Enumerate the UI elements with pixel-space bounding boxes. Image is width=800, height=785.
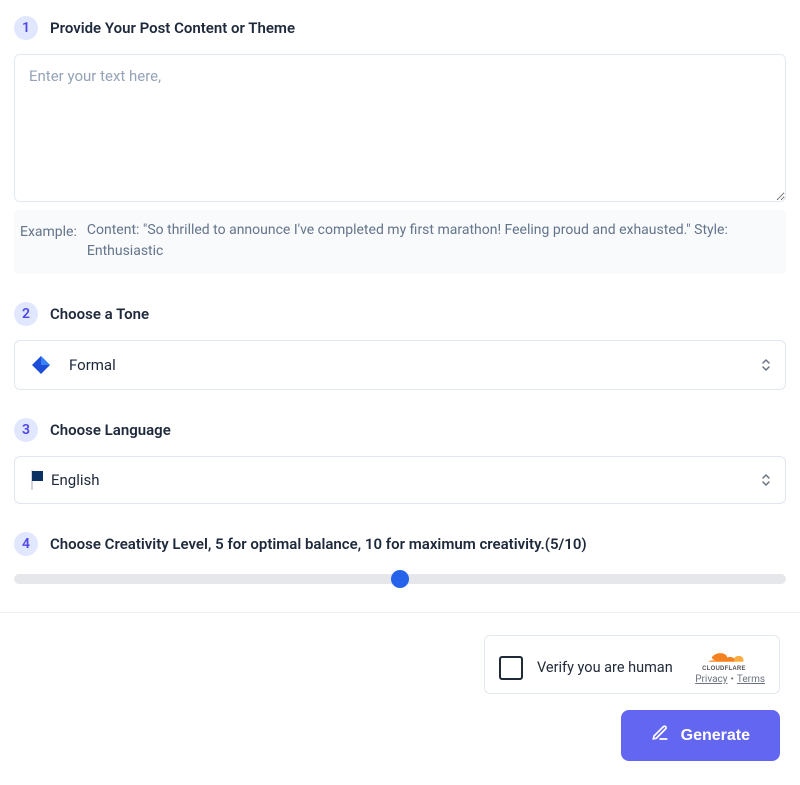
creativity-slider[interactable] [14,574,786,584]
step-title: Choose a Tone [50,305,149,323]
captcha-links: Privacy•Terms [695,674,765,685]
step-title: Choose Language [50,421,171,439]
step-header: 3 Choose Language [14,418,786,442]
step-header: 2 Choose a Tone [14,302,786,326]
example-box: Example: Content: "So thrilled to announ… [14,210,786,274]
language-selected-value: English [51,471,100,489]
step-number-badge: 4 [14,532,38,556]
language-select[interactable]: English [14,456,786,504]
action-row: Generate [14,710,786,761]
example-label: Example: [20,220,77,262]
generate-button[interactable]: Generate [621,710,780,761]
step-title: Provide Your Post Content or Theme [50,19,295,37]
blue-diamond-icon [31,355,51,375]
step-2-tone: 2 Choose a Tone Formal [14,302,786,390]
creativity-slider-handle[interactable] [391,570,409,588]
captcha-brand: CLOUDFLARE Privacy•Terms [695,650,765,685]
captcha-terms-link[interactable]: Terms [737,674,765,685]
creativity-slider-wrap [14,570,786,584]
up-down-caret-icon [761,358,771,372]
step-header: 1 Provide Your Post Content or Theme [14,16,786,40]
content-textarea[interactable] [14,54,786,202]
cloudflare-logo-icon: CLOUDFLARE [702,650,758,672]
step-number-badge: 1 [14,16,38,40]
svg-text:CLOUDFLARE: CLOUDFLARE [702,666,746,672]
generate-button-label: Generate [681,727,750,745]
step-3-language: 3 Choose Language English [14,418,786,504]
example-text: Content: "So thrilled to announce I've c… [87,220,774,262]
captcha-row: Verify you are human CLOUDFLARE Privacy•… [14,635,786,694]
tone-selected-value: Formal [69,356,116,374]
up-down-caret-icon [761,473,771,487]
step-number-badge: 2 [14,302,38,326]
step-4-creativity: 4 Choose Creativity Level, 5 for optimal… [14,532,786,584]
captcha-widget: Verify you are human CLOUDFLARE Privacy•… [484,635,780,694]
us-flag-icon [31,471,33,489]
step-header: 4 Choose Creativity Level, 5 for optimal… [14,532,786,556]
captcha-privacy-link[interactable]: Privacy [695,674,727,685]
captcha-checkbox[interactable] [499,656,523,680]
step-number-badge: 3 [14,418,38,442]
tone-select[interactable]: Formal [14,340,786,390]
captcha-label: Verify you are human [537,659,681,676]
step-1-content: 1 Provide Your Post Content or Theme Exa… [14,16,786,274]
content-input-wrap [14,54,786,206]
section-divider [0,612,800,613]
step-title: Choose Creativity Level, 5 for optimal b… [50,535,587,553]
edit-icon [651,724,669,747]
